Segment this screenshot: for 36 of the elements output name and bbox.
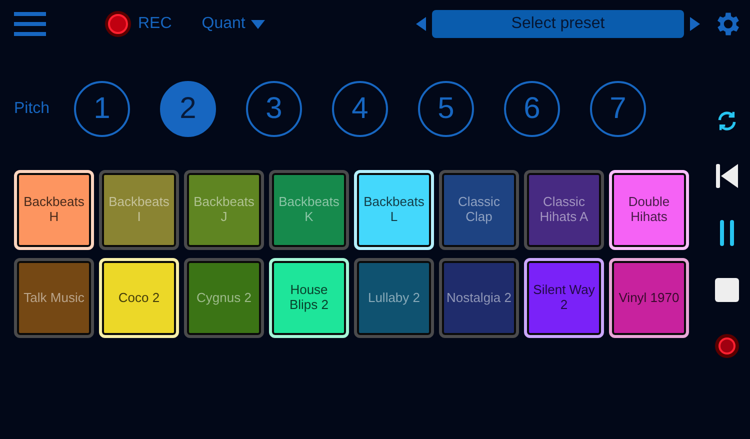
menu-icon[interactable] <box>14 11 46 37</box>
pause-icon[interactable] <box>720 220 734 246</box>
preset-selector[interactable]: Select preset <box>432 10 684 38</box>
pitch-button[interactable]: 2 <box>160 81 216 137</box>
sample-pad[interactable]: Cygnus 2 <box>184 258 264 338</box>
sample-pad[interactable]: Classic Clap <box>439 170 519 250</box>
caret-icon <box>251 20 266 28</box>
quant-dropdown[interactable]: Quant <box>202 15 266 33</box>
pitch-button[interactable]: 3 <box>246 81 302 137</box>
sample-pad[interactable]: Backbeats K <box>269 170 349 250</box>
record-icon[interactable] <box>715 334 739 358</box>
pitch-button[interactable]: 5 <box>418 81 474 137</box>
sample-pad[interactable]: Lullaby 2 <box>354 258 434 338</box>
pitch-button[interactable]: 1 <box>74 81 130 137</box>
sample-pad[interactable]: Nostalgia 2 <box>439 258 519 338</box>
sample-pad[interactable]: Double Hihats <box>609 170 689 250</box>
sample-pad[interactable]: House Blips 2 <box>269 258 349 338</box>
sample-pad[interactable]: Backbeats L <box>354 170 434 250</box>
sample-pad[interactable]: Backbeats J <box>184 170 264 250</box>
record-icon[interactable] <box>104 10 132 38</box>
sample-pad[interactable]: Silent Way 2 <box>524 258 604 338</box>
pitch-button[interactable]: 6 <box>504 81 560 137</box>
loop-icon[interactable] <box>716 110 738 132</box>
previous-icon[interactable] <box>416 17 426 31</box>
sample-pad[interactable]: Coco 2 <box>99 258 179 338</box>
skip-back-icon[interactable] <box>716 164 738 188</box>
sample-pad[interactable]: Classic Hihats A <box>524 170 604 250</box>
sample-pad[interactable]: Backbeats I <box>99 170 179 250</box>
pitch-button[interactable]: 7 <box>590 81 646 137</box>
sample-pad[interactable]: Vinyl 1970 <box>609 258 689 338</box>
rec-label: REC <box>138 15 172 33</box>
sample-pad[interactable]: Talk Music <box>14 258 94 338</box>
next-icon[interactable] <box>690 17 700 31</box>
pitch-button[interactable]: 4 <box>332 81 388 137</box>
sample-pad[interactable]: Backbeats H <box>14 170 94 250</box>
pitch-label: Pitch <box>14 100 51 118</box>
